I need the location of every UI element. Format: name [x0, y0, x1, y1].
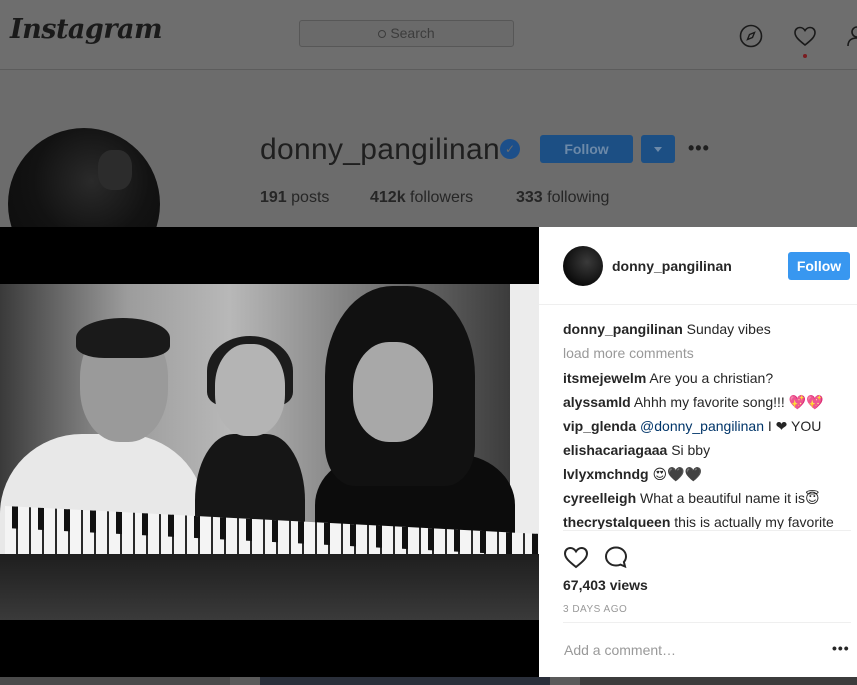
- mention-link[interactable]: @donny_pangilinan: [640, 418, 764, 434]
- notification-dot: [803, 54, 807, 58]
- followers-stat[interactable]: 412k followers: [370, 189, 473, 207]
- profile-username: donny_pangilinan: [260, 133, 501, 166]
- post-header: donny_pangilinan Follow: [539, 227, 857, 305]
- divider: [563, 622, 851, 623]
- grid-preview-strip: [0, 677, 857, 685]
- following-stat[interactable]: 333 following: [516, 189, 609, 207]
- divider: [563, 530, 851, 531]
- comment-row: itsmejewelm Are you a christian?: [563, 370, 774, 386]
- profile-options-button[interactable]: •••: [688, 138, 710, 159]
- comment-row: cyreelleigh What a beautiful name it is😇: [563, 490, 820, 506]
- post-timestamp[interactable]: 3 DAYS AGO: [563, 604, 627, 615]
- comment-row: thecrystalqueen this is actually my favo…: [563, 514, 834, 529]
- load-more-comments-link[interactable]: load more comments: [563, 341, 853, 366]
- person-icon[interactable]: [845, 24, 857, 48]
- instagram-logo[interactable]: Instagram: [10, 14, 163, 45]
- compass-icon[interactable]: [739, 24, 763, 48]
- post-options-button[interactable]: •••: [832, 640, 850, 656]
- comment-bubble-icon[interactable]: [603, 545, 629, 569]
- author-username[interactable]: donny_pangilinan: [612, 258, 732, 274]
- comment-row: lvlyxmchndg 😍🖤🖤: [563, 466, 702, 482]
- caption: donny_pangilinan Sunday vibes: [563, 321, 771, 337]
- post-video[interactable]: [0, 284, 540, 620]
- comment-row: elishacariagaaa Si bby: [563, 442, 711, 458]
- view-count[interactable]: 67,403 views: [563, 577, 648, 593]
- follow-dropdown-button[interactable]: [641, 135, 675, 163]
- posts-stat: 191 posts: [260, 189, 330, 206]
- post-detail-panel: donny_pangilinan Follow donny_pangilinan…: [539, 227, 857, 677]
- top-nav: Instagram Search: [0, 0, 857, 70]
- add-comment-input[interactable]: Add a comment…: [564, 642, 676, 658]
- profile-follow-button[interactable]: Follow: [540, 135, 633, 163]
- search-input[interactable]: Search: [299, 20, 514, 47]
- search-icon: [378, 30, 387, 38]
- post-follow-button[interactable]: Follow: [788, 252, 850, 280]
- like-heart-icon[interactable]: [563, 545, 589, 569]
- comments-list[interactable]: donny_pangilinan Sunday vibes load more …: [563, 317, 853, 529]
- author-avatar[interactable]: [563, 246, 603, 286]
- comment-row: vip_glenda @donny_pangilinan I ❤ YOU: [563, 418, 822, 434]
- heart-icon[interactable]: [793, 24, 817, 48]
- comment-row: alyssamld Ahhh my favorite song!!! 💖💖: [563, 394, 824, 410]
- search-placeholder: Search: [390, 25, 435, 41]
- verified-badge-icon: ✓: [500, 139, 520, 159]
- comment-username[interactable]: donny_pangilinan: [563, 321, 683, 337]
